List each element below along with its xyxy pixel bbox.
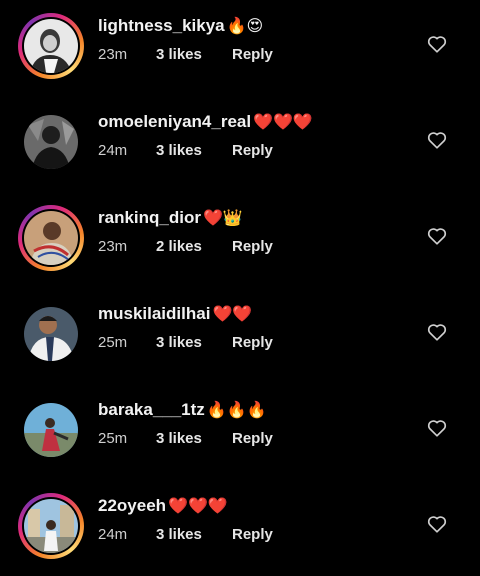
comment-likes[interactable]: 3 likes [156, 430, 232, 447]
comment-likes[interactable]: 3 likes [156, 142, 232, 159]
comment-text: 🔥🔥🔥 [206, 400, 267, 419]
avatar[interactable] [24, 403, 78, 457]
username-text[interactable]: omoeleniyan4_real [98, 112, 251, 131]
comment-item: lightness_kikya 🔥😍 23m 3 likes Reply [0, 0, 480, 96]
heart-outline-icon[interactable] [426, 225, 448, 247]
avatar[interactable] [24, 499, 78, 553]
comment-item: 22oyeeh ❤️❤️❤️ 24m 3 likes Reply [0, 480, 480, 576]
comment-text: ❤️❤️❤️ [168, 496, 228, 515]
username-text[interactable]: 22oyeeh [98, 496, 166, 515]
avatar[interactable] [24, 19, 78, 73]
comment-time: 25m [98, 430, 128, 447]
comment-item: omoeleniyan4_real ❤️❤️❤️ 24m 3 likes Reply [0, 96, 480, 192]
comment-username[interactable]: muskilaidilhai ❤️❤️ [98, 304, 252, 324]
username-text[interactable]: rankinq_dior [98, 208, 201, 227]
avatar-container[interactable] [18, 397, 84, 463]
reply-button[interactable]: Reply [232, 334, 273, 351]
avatar-story-ring[interactable] [18, 493, 84, 559]
comment-likes[interactable]: 3 likes [156, 526, 232, 543]
comment-text: ❤️❤️ [212, 304, 253, 323]
comment-meta: 25m 3 likes Reply [98, 334, 273, 351]
avatar-container[interactable] [18, 109, 84, 175]
avatar[interactable] [24, 115, 78, 169]
comment-text: 🔥😍 [226, 16, 264, 35]
heart-outline-icon[interactable] [426, 513, 448, 535]
comment-text: ❤️👑 [202, 208, 243, 227]
comment-username[interactable]: rankinq_dior ❤️👑 [98, 208, 243, 228]
comment-text: ❤️❤️❤️ [253, 112, 313, 131]
comment-meta: 25m 3 likes Reply [98, 430, 273, 447]
heart-outline-icon[interactable] [426, 321, 448, 343]
comment-username[interactable]: lightness_kikya 🔥😍 [98, 16, 263, 36]
comment-time: 23m [98, 46, 128, 63]
comment-meta: 24m 3 likes Reply [98, 142, 273, 159]
comment-time: 24m [98, 142, 128, 159]
reply-button[interactable]: Reply [232, 46, 273, 63]
comment-meta: 23m 3 likes Reply [98, 46, 273, 63]
avatar[interactable] [24, 211, 78, 265]
comment-username[interactable]: omoeleniyan4_real ❤️❤️❤️ [98, 112, 313, 132]
username-text[interactable]: lightness_kikya [98, 16, 225, 35]
comment-username[interactable]: baraka___1tz 🔥🔥🔥 [98, 400, 267, 420]
comment-username[interactable]: 22oyeeh ❤️❤️❤️ [98, 496, 228, 516]
comment-meta: 23m 2 likes Reply [98, 238, 273, 255]
comment-time: 24m [98, 526, 128, 543]
comment-item: rankinq_dior ❤️👑 23m 2 likes Reply [0, 192, 480, 288]
comment-item: muskilaidilhai ❤️❤️ 25m 3 likes Reply [0, 288, 480, 384]
comment-time: 23m [98, 238, 128, 255]
comment-likes[interactable]: 3 likes [156, 46, 232, 63]
comment-likes[interactable]: 2 likes [156, 238, 232, 255]
reply-button[interactable]: Reply [232, 430, 273, 447]
avatar[interactable] [24, 307, 78, 361]
comment-item: baraka___1tz 🔥🔥🔥 25m 3 likes Reply [0, 384, 480, 480]
heart-outline-icon[interactable] [426, 417, 448, 439]
username-text[interactable]: baraka___1tz [98, 400, 205, 419]
avatar-story-ring[interactable] [18, 13, 84, 79]
avatar-story-ring[interactable] [18, 205, 84, 271]
username-text[interactable]: muskilaidilhai [98, 304, 210, 323]
heart-outline-icon[interactable] [426, 33, 448, 55]
heart-outline-icon[interactable] [426, 129, 448, 151]
comment-meta: 24m 3 likes Reply [98, 526, 273, 543]
reply-button[interactable]: Reply [232, 526, 273, 543]
avatar-container[interactable] [18, 301, 84, 367]
reply-button[interactable]: Reply [232, 142, 273, 159]
comment-time: 25m [98, 334, 128, 351]
reply-button[interactable]: Reply [232, 238, 273, 255]
comment-likes[interactable]: 3 likes [156, 334, 232, 351]
